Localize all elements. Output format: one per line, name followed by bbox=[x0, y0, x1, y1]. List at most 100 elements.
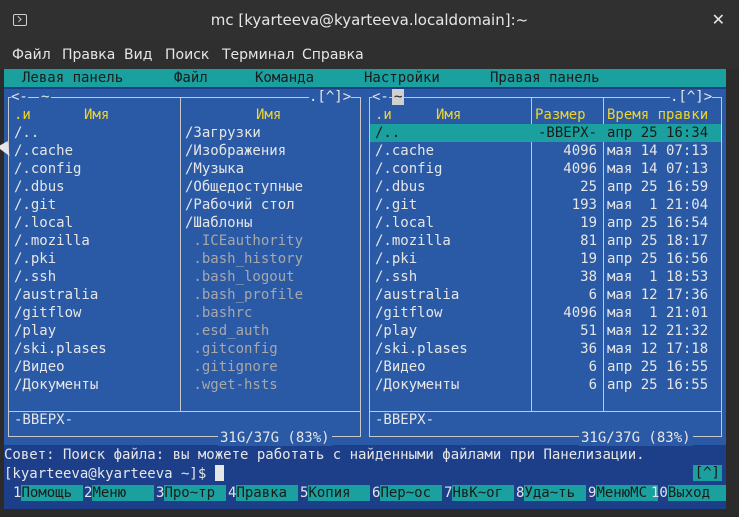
fkey-4[interactable]: 4Правка bbox=[228, 485, 299, 501]
right-panel-stats: 31G/37G (83%) bbox=[579, 430, 693, 446]
right-file-row[interactable]: /Документы 6 апр 25 16:55 bbox=[370, 376, 721, 394]
left-file-row[interactable]: /Шаблоны bbox=[185, 214, 355, 232]
fkey-2[interactable]: 2Меню bbox=[84, 485, 155, 501]
scroll-indicator[interactable]: [^] bbox=[692, 465, 722, 481]
left-file-row[interactable]: /.local bbox=[14, 214, 180, 232]
left-file-row[interactable]: /.pki bbox=[14, 250, 180, 268]
mc-menu-options[interactable]: Настройки bbox=[364, 70, 440, 86]
command-line[interactable]: [kyarteeva@kyarteeva ~]$ bbox=[4, 465, 726, 485]
left-file-row[interactable]: /gitflow bbox=[14, 304, 180, 322]
right-file-row[interactable]: /.ssh 38 мая 1 18:53 bbox=[370, 268, 721, 286]
right-header-name[interactable]: Имя bbox=[436, 106, 461, 124]
close-icon[interactable]: ✕ bbox=[712, 10, 725, 29]
menu-edit[interactable]: Правка bbox=[62, 47, 115, 63]
fkey-6[interactable]: 6Пер~ос bbox=[372, 485, 443, 501]
right-file-row[interactable]: /.git 193 мая 1 21:04 bbox=[370, 196, 721, 214]
file-name: /.ssh bbox=[375, 269, 418, 285]
left-file-row[interactable]: .bash_history bbox=[185, 250, 355, 268]
left-file-row[interactable]: /Рабочий стол bbox=[185, 196, 355, 214]
right-panel[interactable]: <- ~ .[^]> .и Имя Размер Время правки /.… bbox=[365, 89, 726, 446]
mc-menu-command[interactable]: Команда bbox=[255, 70, 314, 86]
right-file-row[interactable]: /.pki 19 апр 25 16:56 bbox=[370, 250, 721, 268]
file-size: 25 bbox=[580, 179, 597, 195]
left-file-row[interactable]: .gitconfig bbox=[185, 340, 355, 358]
menu-search[interactable]: Поиск bbox=[165, 47, 209, 63]
right-header-size[interactable]: Размер bbox=[535, 106, 586, 124]
left-panel-corner[interactable]: .[^]> bbox=[309, 89, 352, 105]
right-file-row[interactable]: /australia 6 мая 12 17:36 bbox=[370, 286, 721, 304]
left-file-row[interactable]: .bash_logout bbox=[185, 268, 355, 286]
file-name: /.pki bbox=[375, 251, 418, 267]
left-header-sort[interactable]: .и bbox=[14, 106, 31, 124]
fkey-10[interactable]: 10Выход bbox=[651, 485, 726, 501]
fkey-9[interactable]: 9МенюМС bbox=[588, 485, 659, 501]
terminal-area[interactable]: Левая панель Файл Команда Настройки Прав… bbox=[4, 69, 726, 509]
left-file-row[interactable]: /Изображения bbox=[185, 142, 355, 160]
left-file-row[interactable]: /Общедоступные bbox=[185, 178, 355, 196]
left-file-row[interactable]: /australia bbox=[14, 286, 180, 304]
menu-terminal[interactable]: Терминал bbox=[222, 47, 294, 63]
left-file-row[interactable]: /.. bbox=[14, 124, 180, 142]
right-panel-history[interactable]: <- bbox=[372, 89, 389, 105]
mc-menu-left-panel[interactable]: Левая панель bbox=[22, 70, 123, 86]
right-file-row[interactable]: /.. -ВВЕРХ-апр 25 16:34 bbox=[370, 124, 721, 142]
left-file-row[interactable]: /.mozilla bbox=[14, 232, 180, 250]
left-file-row[interactable]: .ICEauthority bbox=[185, 232, 355, 250]
window-scrollbar[interactable] bbox=[726, 69, 739, 509]
right-file-row[interactable]: /.dbus 25 апр 25 16:59 bbox=[370, 178, 721, 196]
left-file-row[interactable]: /.config bbox=[14, 160, 180, 178]
fkey-5[interactable]: 5Копия bbox=[300, 485, 371, 501]
right-file-row[interactable]: /play 51 мая 12 21:32 bbox=[370, 322, 721, 340]
left-file-row[interactable]: /Музыка bbox=[185, 160, 355, 178]
left-file-row[interactable]: /Загрузки bbox=[185, 124, 355, 142]
left-file-row[interactable]: /play bbox=[14, 322, 180, 340]
left-file-row[interactable]: /.ssh bbox=[14, 268, 180, 286]
file-mtime: апр 25 16:55 bbox=[607, 359, 709, 375]
left-file-row[interactable]: .gitignore bbox=[185, 358, 355, 376]
hint-line: Совет: Поиск файла: вы можете работать с… bbox=[4, 447, 645, 463]
mc-menu-right-panel[interactable]: Правая панель bbox=[490, 70, 600, 86]
right-panel-corner[interactable]: .[^]> bbox=[670, 89, 713, 105]
left-file-row[interactable]: /.dbus bbox=[14, 178, 180, 196]
right-file-row[interactable]: /gitflow 4096 мая 1 21:01 bbox=[370, 304, 721, 322]
left-header-name1[interactable]: Имя bbox=[84, 106, 109, 124]
menu-help[interactable]: Справка bbox=[302, 47, 364, 63]
left-file-row[interactable]: /Документы bbox=[14, 376, 180, 394]
fkey-label: Копия bbox=[308, 485, 371, 501]
fkey-8[interactable]: 8Уда~ть bbox=[516, 485, 587, 501]
fkey-3[interactable]: 3Про~тр bbox=[156, 485, 227, 501]
left-file-row[interactable]: .wget-hsts bbox=[185, 376, 355, 394]
left-file-row[interactable]: .esd_auth bbox=[185, 322, 355, 340]
fkey-label: Про~тр bbox=[164, 485, 227, 501]
right-file-row[interactable]: /.config 4096 мая 14 07:13 bbox=[370, 160, 721, 178]
left-file-row[interactable]: /.cache bbox=[14, 142, 180, 160]
file-name: /gitflow bbox=[375, 305, 443, 321]
menu-file[interactable]: Файл bbox=[12, 47, 51, 63]
left-header-name2[interactable]: Имя bbox=[256, 106, 281, 124]
right-file-row[interactable]: /.cache 4096 мая 14 07:13 bbox=[370, 142, 721, 160]
right-header-sort[interactable]: .и bbox=[375, 106, 392, 124]
right-header-time[interactable]: Время правки bbox=[607, 106, 708, 124]
left-file-row[interactable]: /ski.plases bbox=[14, 340, 180, 358]
left-file-row[interactable]: /.git bbox=[14, 196, 180, 214]
fkey-1[interactable]: 1Помощь bbox=[13, 485, 84, 501]
right-file-row[interactable]: /Видео 6 апр 25 16:55 bbox=[370, 358, 721, 376]
file-size: 193 bbox=[571, 197, 597, 213]
file-size: 4096 bbox=[563, 143, 597, 159]
file-mtime: мая 12 17:18 bbox=[607, 341, 709, 357]
fkey-7[interactable]: 7НвК~ог bbox=[444, 485, 515, 501]
left-panel[interactable]: <- ~ .[^]> .и Имя Имя /../.cache/.config… bbox=[4, 89, 365, 446]
right-file-row[interactable]: /.local 19 апр 25 16:54 bbox=[370, 214, 721, 232]
menu-view[interactable]: Вид bbox=[124, 47, 152, 63]
file-mtime: апр 25 16:34 bbox=[607, 125, 709, 141]
left-panel-history[interactable]: <- bbox=[11, 89, 28, 105]
left-file-row[interactable]: .bash_profile bbox=[185, 286, 355, 304]
left-file-row[interactable]: .bashrc bbox=[185, 304, 355, 322]
file-mtime: апр 25 16:56 bbox=[607, 251, 709, 267]
left-file-row[interactable]: /Видео bbox=[14, 358, 180, 376]
mc-menu-file[interactable]: Файл bbox=[174, 70, 208, 86]
right-file-row[interactable]: /ski.plases 36 мая 12 17:18 bbox=[370, 340, 721, 358]
right-panel-title: ~ bbox=[392, 89, 405, 105]
right-file-row[interactable]: /.mozilla 81 апр 25 18:17 bbox=[370, 232, 721, 250]
function-key-bar: 1Помощь 2Меню 3Про~тр 4Правка 5Копия 6Пер~ос 7… bbox=[4, 483, 726, 503]
